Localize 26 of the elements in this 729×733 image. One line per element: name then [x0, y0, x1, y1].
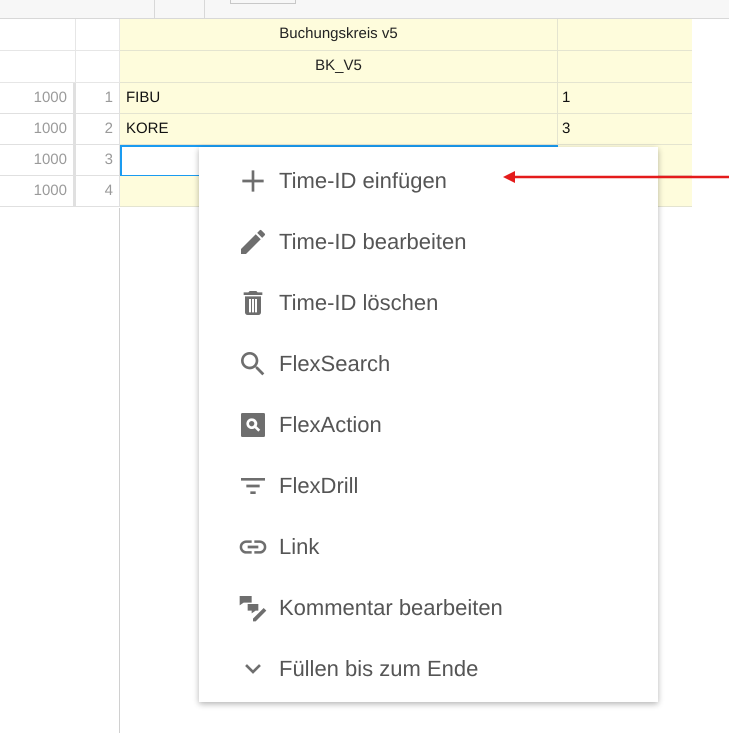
menu-item[interactable]: FlexDrill	[199, 455, 658, 516]
table-cell: 1000	[0, 83, 76, 114]
table-cell: 3	[558, 114, 692, 145]
row-number: 3	[76, 145, 120, 176]
column-header: BK_V5	[120, 51, 558, 83]
menu-item[interactable]: Time-ID bearbeiten	[199, 211, 658, 272]
menu-item[interactable]: Time-ID einfügen	[199, 150, 658, 211]
menu-item[interactable]: Füllen bis zum Ende	[199, 638, 658, 699]
column-header: Buchungskreis v5	[120, 19, 558, 51]
menu-item[interactable]: Kommentar bearbeiten	[199, 577, 658, 638]
table-cell	[76, 51, 120, 83]
table-cell: 1000	[0, 114, 76, 145]
table-cell[interactable]: KORE	[120, 114, 558, 145]
row-number: 4	[76, 176, 120, 207]
chevron-down-icon	[245, 664, 261, 674]
menu-item[interactable]: Link	[199, 516, 658, 577]
menu-item[interactable]: FlexSearch	[199, 333, 658, 394]
table-cell: 1000	[0, 145, 76, 176]
table-cell: 1000	[0, 176, 76, 207]
table-cell: 1	[558, 83, 692, 114]
menu-item[interactable]: Time-ID löschen	[199, 272, 658, 333]
menu-item[interactable]: FlexAction	[199, 394, 658, 455]
row-number: 2	[76, 114, 120, 145]
table-cell[interactable]: FIBU	[120, 83, 558, 114]
row-number: 1	[76, 83, 120, 114]
table-cell	[76, 19, 120, 51]
